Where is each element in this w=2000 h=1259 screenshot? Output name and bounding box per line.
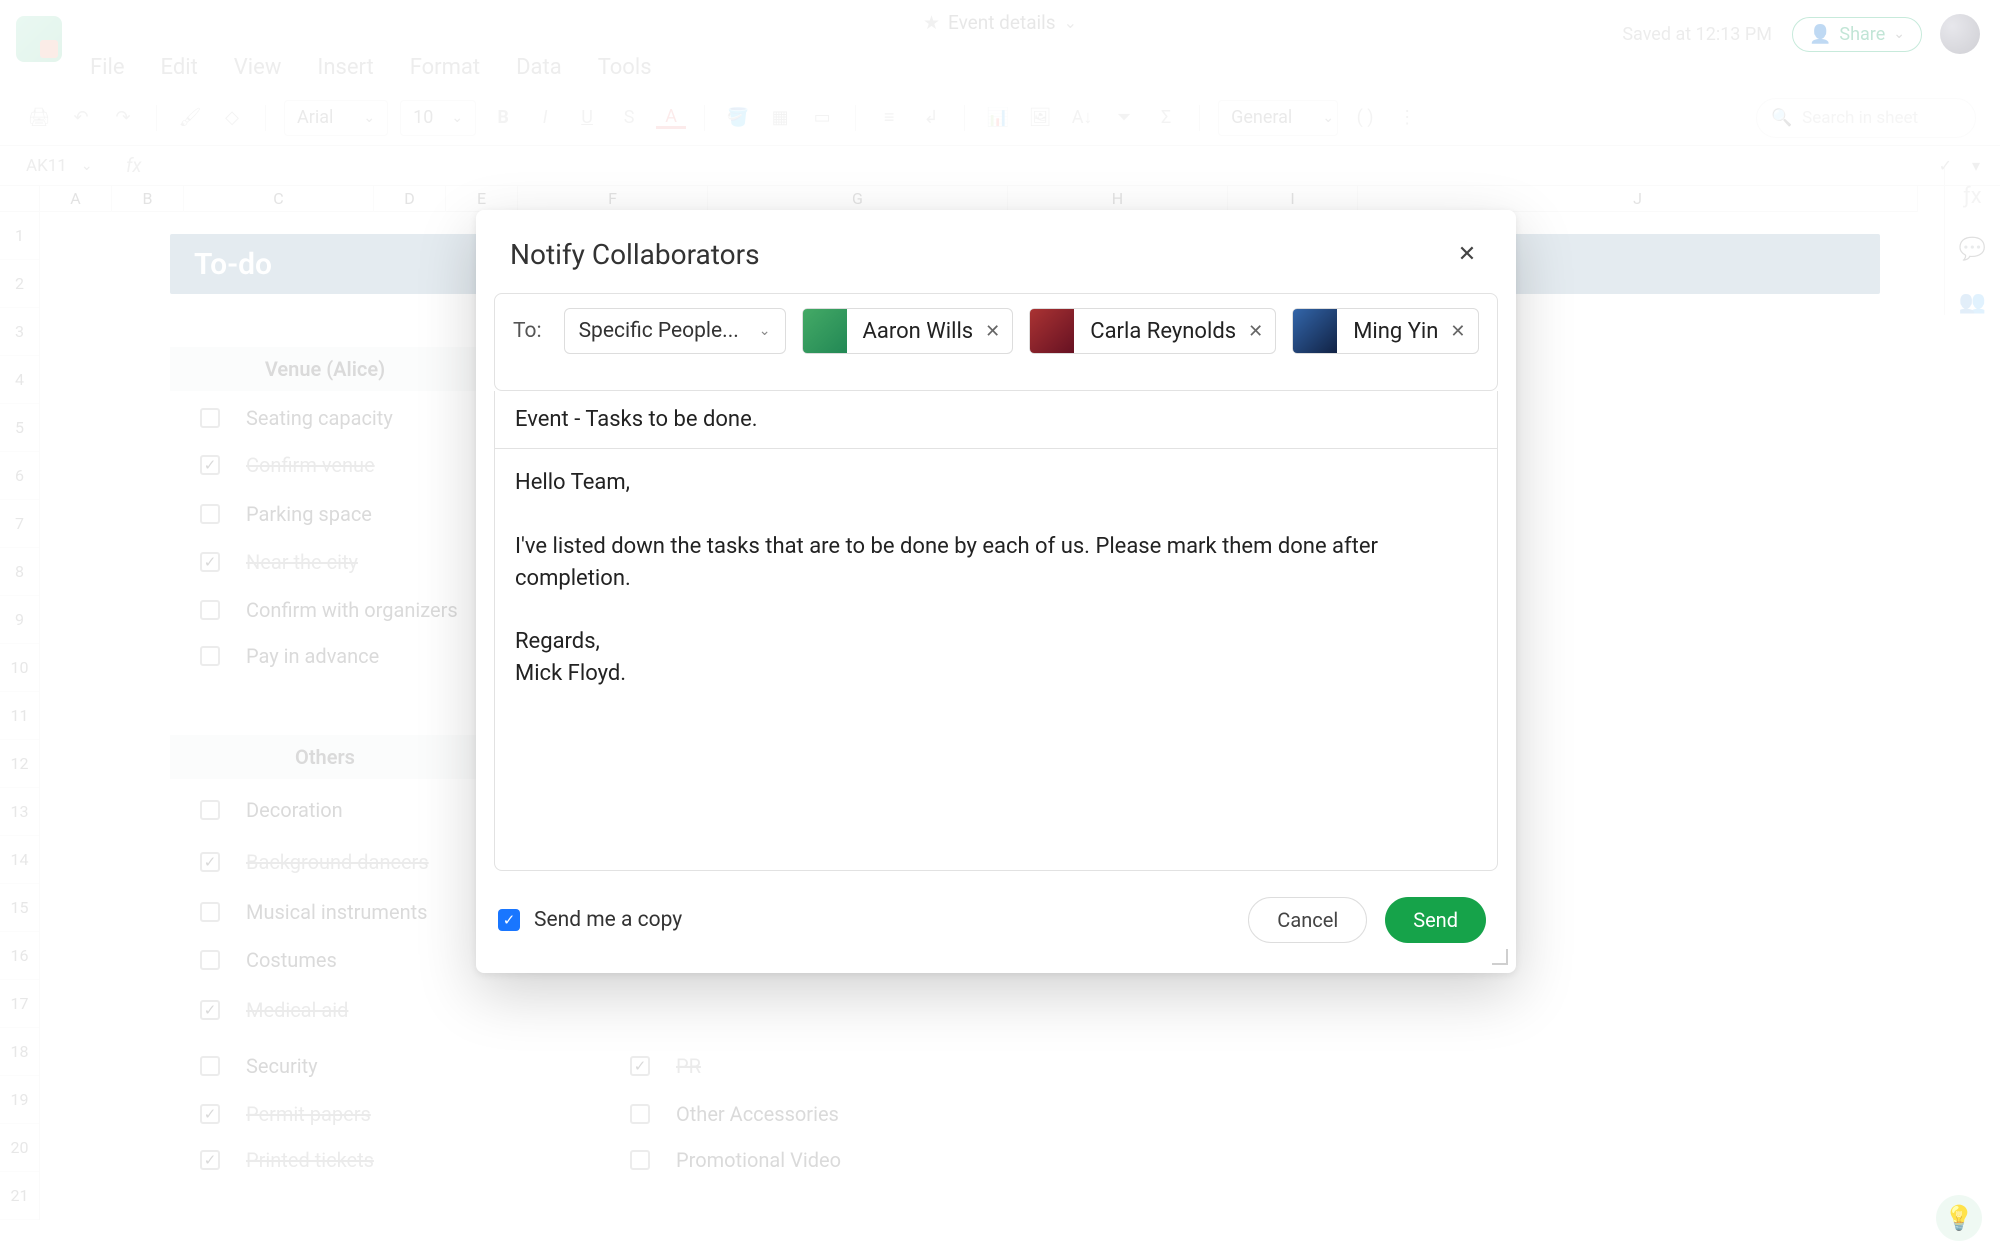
subject-input[interactable]: Event - Tasks to be done. (494, 391, 1498, 449)
send-me-copy-checkbox[interactable]: ✓ Send me a copy (498, 908, 682, 932)
avatar (803, 309, 847, 353)
recipient-name: Ming Yin (1349, 319, 1438, 344)
recipient-chip: Ming Yin ✕ (1292, 308, 1478, 354)
close-icon[interactable]: ✕ (1452, 240, 1482, 270)
checkbox-checked-icon: ✓ (498, 909, 520, 931)
avatar (1030, 309, 1074, 353)
recipient-name: Aaron Wills (859, 319, 974, 344)
notify-collaborators-modal: Notify Collaborators ✕ To: Specific Peop… (476, 210, 1516, 973)
chevron-down-icon: ⌄ (759, 323, 771, 339)
message-body-input[interactable]: Hello Team, I've listed down the tasks t… (494, 449, 1498, 871)
modal-title: Notify Collaborators (510, 238, 760, 271)
to-label: To: (513, 319, 542, 343)
recipient-chip: Aaron Wills ✕ (802, 308, 1014, 354)
remove-recipient-icon[interactable]: ✕ (985, 321, 1000, 342)
recipients-row[interactable]: To: Specific People... ⌄ Aaron Wills ✕ C… (494, 293, 1498, 391)
remove-recipient-icon[interactable]: ✕ (1450, 321, 1465, 342)
recipient-chip: Carla Reynolds ✕ (1029, 308, 1276, 354)
resize-handle[interactable] (1490, 947, 1508, 965)
remove-recipient-icon[interactable]: ✕ (1248, 321, 1263, 342)
recipient-name: Carla Reynolds (1086, 319, 1236, 344)
cancel-button[interactable]: Cancel (1248, 897, 1367, 943)
avatar (1293, 309, 1337, 353)
recipient-scope-select[interactable]: Specific People... ⌄ (564, 308, 786, 354)
send-button[interactable]: Send (1385, 897, 1486, 943)
help-lightbulb-icon[interactable]: 💡 (1936, 1195, 1982, 1241)
